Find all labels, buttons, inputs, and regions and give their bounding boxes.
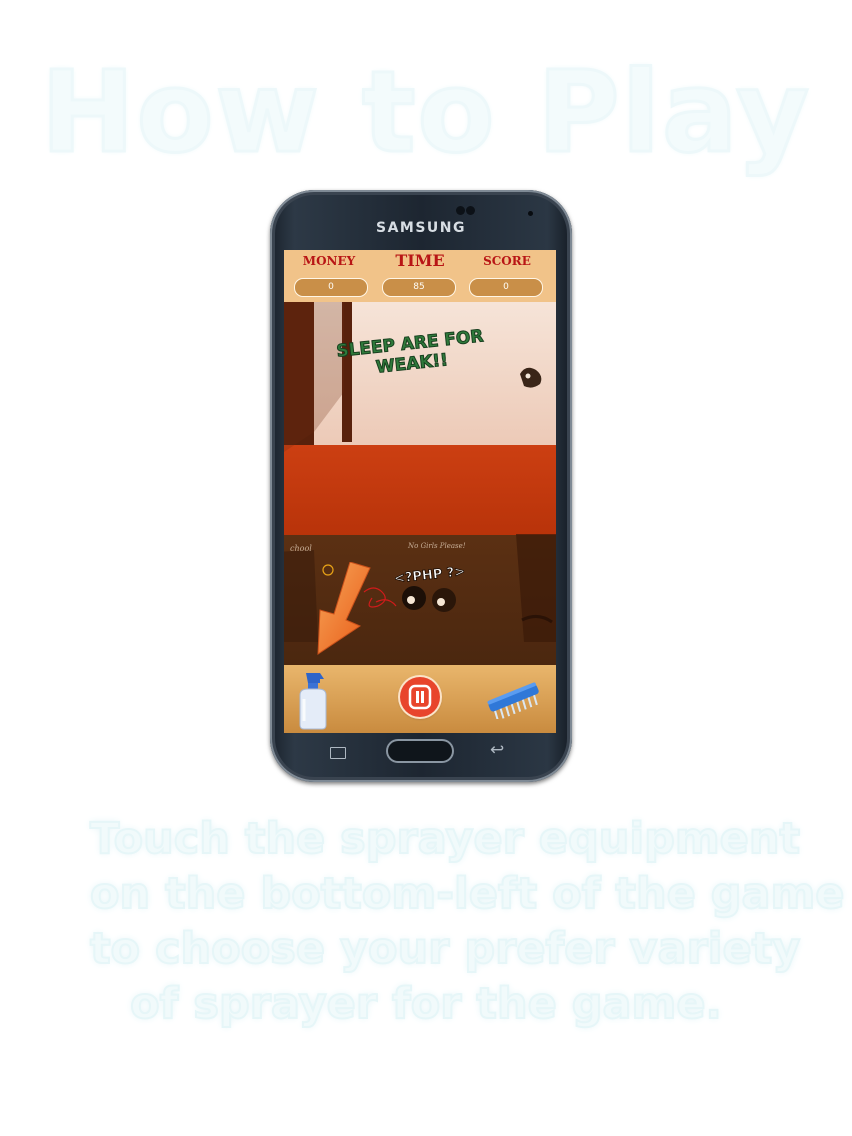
cartoon-characters [402, 586, 456, 612]
back-icon[interactable]: ↩ [490, 740, 504, 760]
page-title: How to Play [39, 48, 812, 178]
instructions: Touch the sprayer equipment on the botto… [89, 812, 845, 1032]
game-screen: SLEEP ARE FOR WEAK!! chool No Girls Plea… [284, 250, 556, 733]
recent-apps-icon[interactable] [330, 747, 346, 759]
phone-camera [528, 211, 533, 216]
desk-note-left: chool [290, 544, 312, 553]
sprayer-bottle-icon[interactable] [294, 669, 330, 731]
instruction-line-3: to choose your prefer variety [89, 923, 801, 975]
hud-time-value: 85 [382, 278, 456, 297]
phone-speaker [456, 206, 465, 215]
phone-brand: SAMSUNG [375, 220, 466, 236]
hud-score-label: SCORE [483, 254, 531, 268]
home-button[interactable] [388, 741, 452, 761]
arrow-down-left-icon [317, 562, 371, 655]
hud-money-label: MONEY [302, 254, 356, 268]
desk-note-right: No Girls Please! [408, 542, 466, 550]
instruction-line-2: on the bottom-left of the game [89, 868, 845, 920]
phone-navbar: ↩ [270, 735, 572, 767]
phone-mockup: SAMSUNG SLEEP ARE FOR WEAK!! chool No Gi… [270, 190, 572, 782]
instruction-line-4: of sprayer for the game. [129, 978, 723, 1030]
scrub-brush-icon[interactable] [482, 679, 546, 719]
hud-score-value: 0 [469, 278, 543, 297]
game-hud: MONEY TIME SCORE 0 85 0 [284, 250, 556, 302]
game-toolbar [284, 665, 556, 733]
creature-icon [520, 367, 542, 388]
pause-button[interactable] [400, 677, 440, 717]
instruction-line-1: Touch the sprayer equipment [89, 813, 801, 865]
pause-icon [408, 684, 432, 710]
hud-money-value: 0 [294, 278, 368, 297]
hud-time-label: TIME [395, 251, 445, 270]
